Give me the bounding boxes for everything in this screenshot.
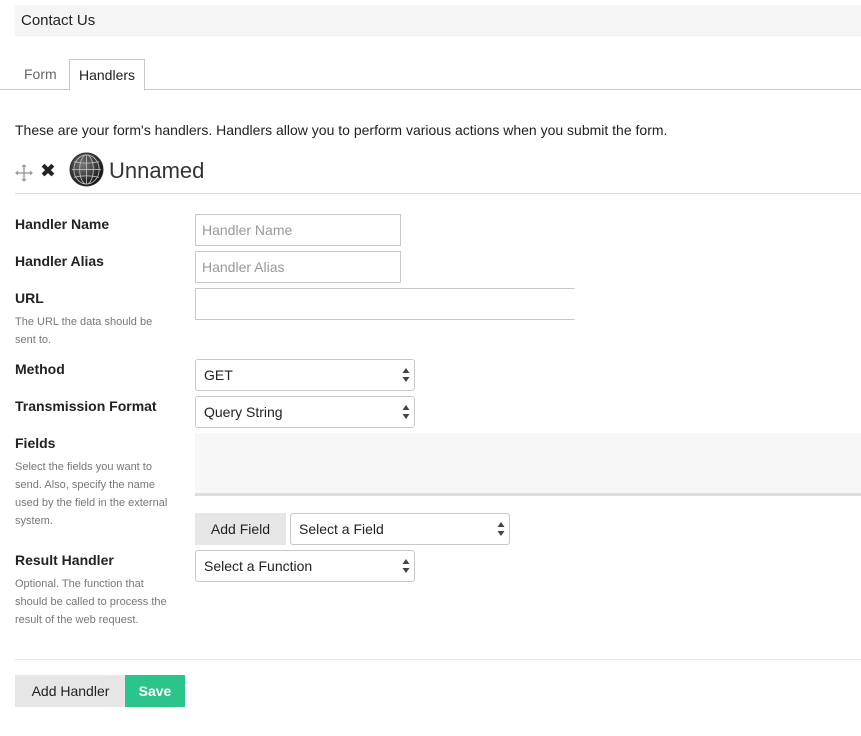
footer-divider [15, 659, 861, 660]
fields-help: Select the fields you want to send. Also… [15, 461, 168, 527]
save-button[interactable]: Save [125, 675, 185, 707]
handler-header: ✖ Unnamed [15, 152, 861, 194]
handler-alias-label: Handler Alias [15, 253, 104, 269]
fields-label: Fields [15, 435, 56, 451]
handler-name-input[interactable] [195, 214, 401, 246]
handler-alias-input[interactable] [195, 251, 401, 283]
method-value: GET [204, 367, 233, 383]
transmission-format-select[interactable]: Query String [195, 396, 415, 428]
handler-title: Unnamed [109, 158, 205, 183]
move-icon[interactable] [15, 164, 33, 182]
tab-handlers[interactable]: Handlers [69, 59, 146, 91]
select-arrows-icon [402, 405, 410, 419]
result-handler-label: Result Handler [15, 552, 114, 568]
globe-icon [69, 152, 104, 187]
result-handler-help: Optional. The function that should be ca… [15, 578, 167, 626]
select-arrows-icon [497, 522, 505, 536]
transmission-format-value: Query String [204, 404, 283, 420]
field-select-value: Select a Field [299, 521, 384, 537]
method-select[interactable]: GET [195, 359, 415, 391]
url-help: The URL the data should be sent to. [15, 316, 153, 346]
field-select[interactable]: Select a Field [290, 513, 510, 545]
tab-form[interactable]: Form [15, 59, 66, 90]
select-arrows-icon [402, 559, 410, 573]
page-title: Contact Us [21, 12, 96, 29]
close-icon[interactable]: ✖ [40, 162, 56, 182]
result-handler-select[interactable]: Select a Function [195, 550, 415, 582]
intro-text: These are your form's handlers. Handlers… [15, 122, 668, 138]
handler-name-label: Handler Name [15, 216, 110, 232]
transmission-format-label: Transmission Format [15, 398, 157, 414]
tab-bar: Form Handlers [0, 59, 861, 91]
url-input[interactable] [195, 288, 575, 320]
add-field-button[interactable]: Add Field [195, 513, 286, 545]
page-title-bar: Contact Us [15, 5, 861, 36]
method-label: Method [15, 361, 65, 377]
url-label: URL [15, 290, 44, 306]
select-arrows-icon [402, 368, 410, 382]
fields-list [195, 433, 861, 496]
add-handler-button[interactable]: Add Handler [15, 675, 126, 707]
result-handler-value: Select a Function [204, 558, 313, 574]
